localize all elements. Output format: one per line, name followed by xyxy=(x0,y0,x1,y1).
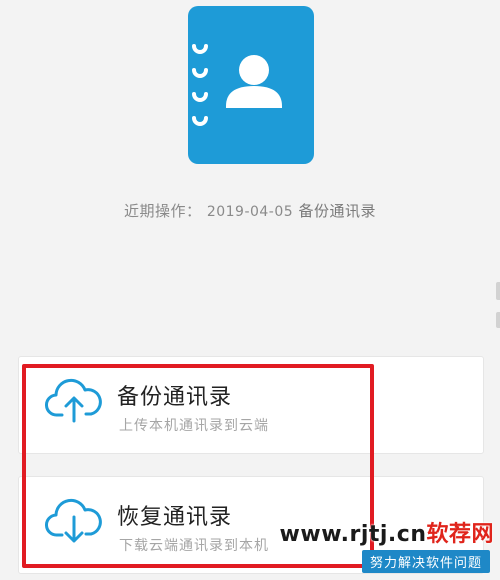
last-operation-date: 2019-04-05 xyxy=(206,204,294,220)
site-watermark: www.rjtj.cn软荐网 努力解决软件问题 xyxy=(262,514,500,576)
watermark-url: www.rjtj.cn软荐网 xyxy=(280,516,494,548)
last-operation-action: 备份通讯录 xyxy=(298,202,376,220)
last-operation: 近期操作： 2019-04-05 备份通讯录 xyxy=(0,200,500,221)
watermark-site: www.rjtj.cn xyxy=(279,522,427,547)
watermark-slogan: 努力解决软件问题 xyxy=(361,550,490,573)
contacts-book-icon xyxy=(188,6,314,164)
watermark-brand: 软荐网 xyxy=(426,522,494,547)
side-handle xyxy=(496,282,500,300)
side-handle xyxy=(496,312,500,328)
last-operation-label: 近期操作： xyxy=(124,202,202,220)
